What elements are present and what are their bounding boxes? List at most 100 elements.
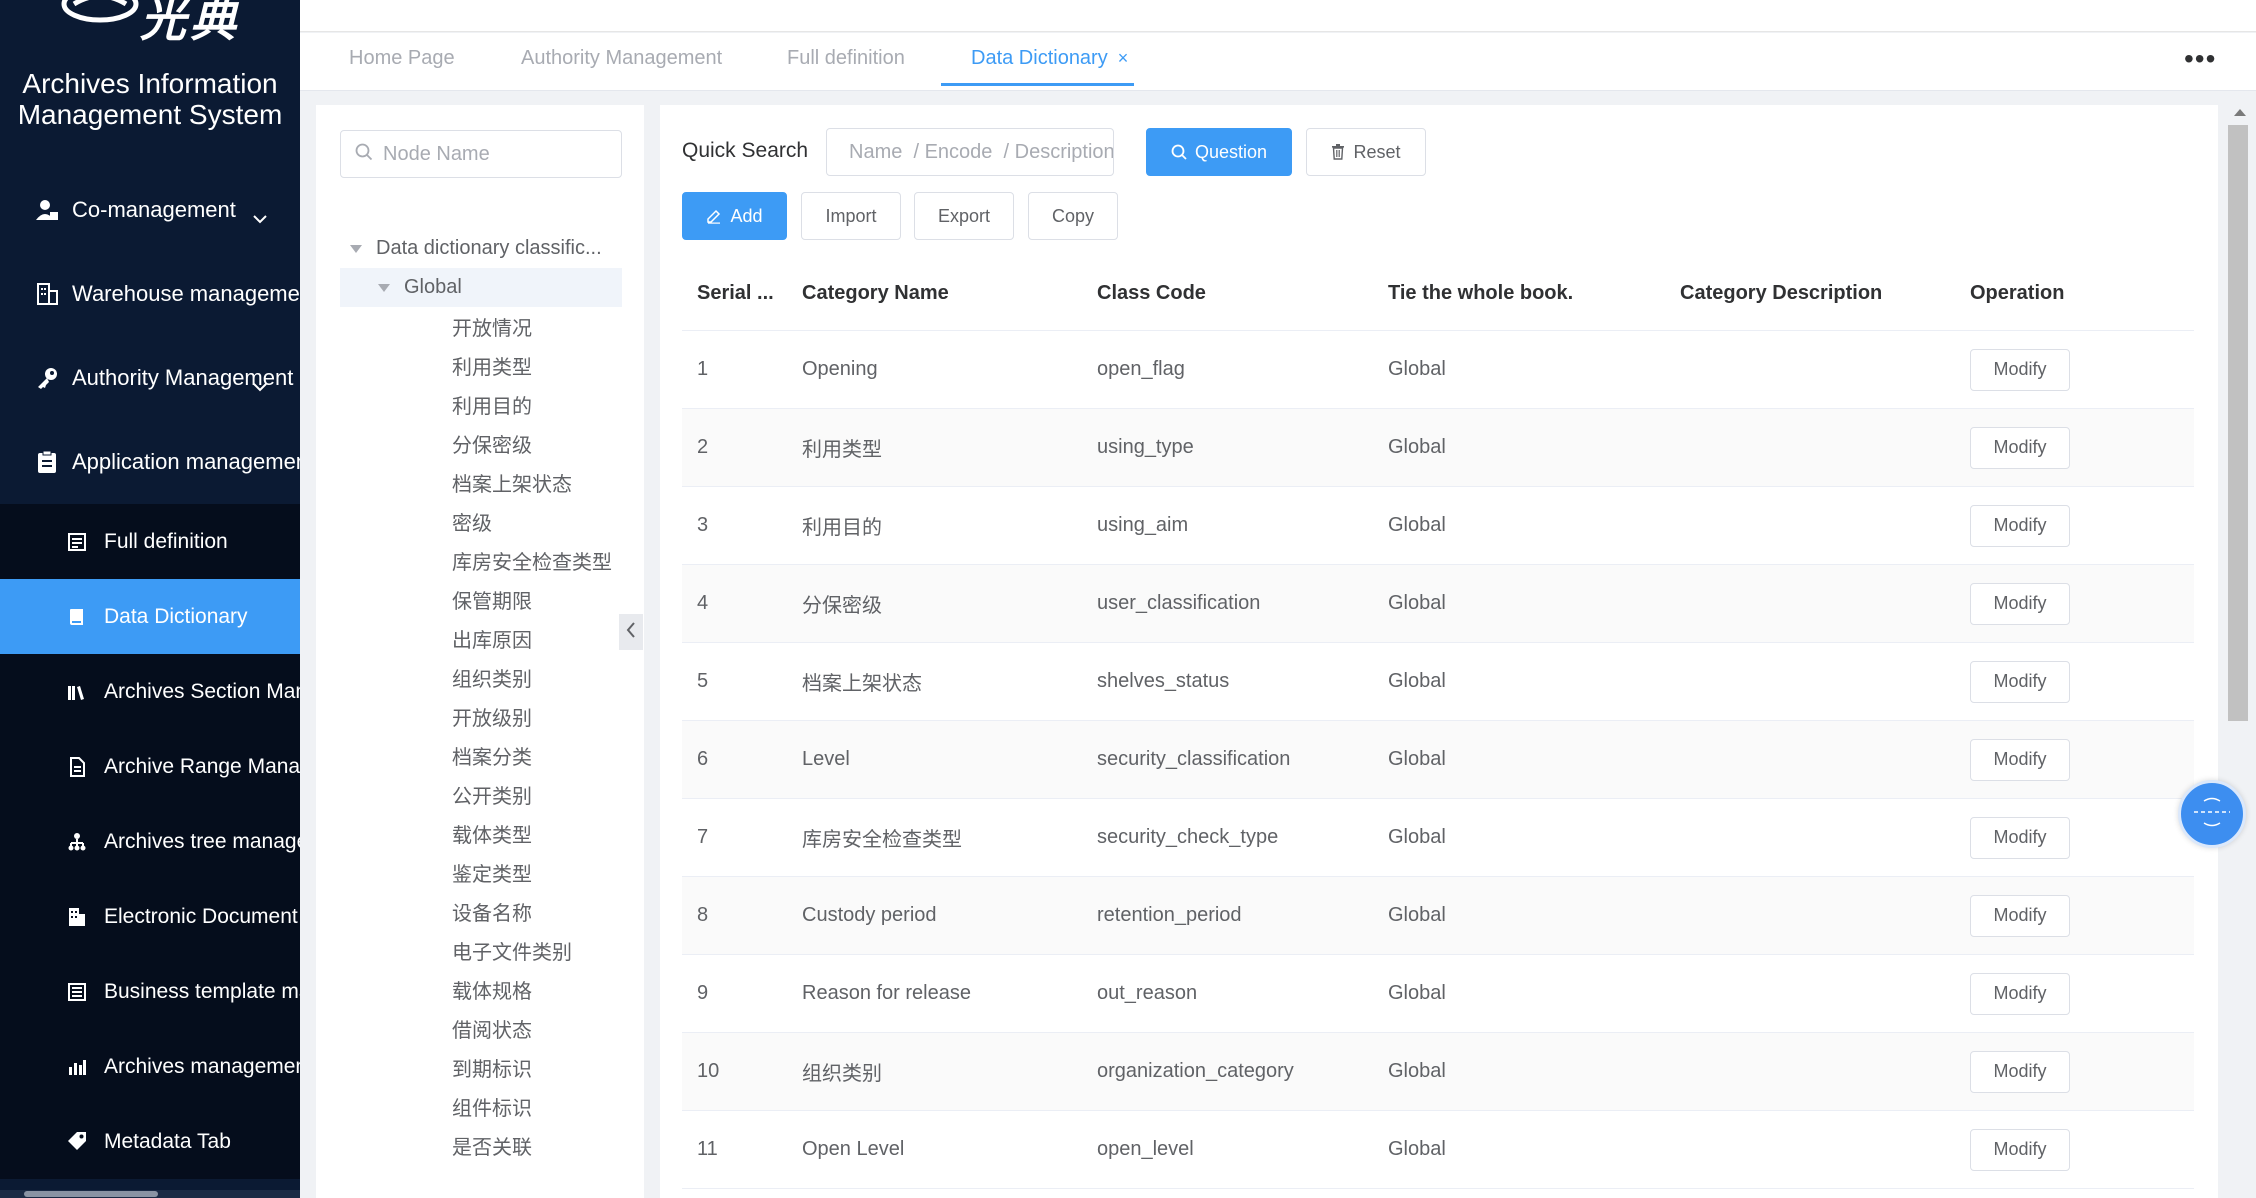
- cell-serial: 5: [697, 670, 709, 692]
- floating-assistant-button[interactable]: [2178, 780, 2246, 848]
- tree-node-leaf[interactable]: 档案分类: [340, 736, 622, 775]
- modify-button[interactable]: Modify: [1970, 582, 2070, 625]
- tree-node-root[interactable]: Data dictionary classific...: [340, 229, 622, 268]
- tab-data-dictionary[interactable]: Data Dictionary ×: [971, 47, 1128, 70]
- reset-button[interactable]: Reset: [1306, 128, 1426, 176]
- table-row[interactable]: 6 Level security_classification Global Modif…: [682, 721, 2194, 799]
- list-icon: [66, 531, 88, 553]
- column-header-tie-book[interactable]: Tie the whole book.: [1388, 282, 1680, 305]
- tree-node-leaf[interactable]: 公开类别: [340, 775, 622, 814]
- sidebar-item-metadata-tab[interactable]: Metadata Tab: [0, 1104, 300, 1179]
- quick-search-input[interactable]: [826, 128, 1114, 176]
- tree-node-leaf[interactable]: 保管期限: [340, 580, 622, 619]
- scroll-up-arrow-icon[interactable]: [2234, 109, 2246, 116]
- cell-tie-book: Global: [1388, 592, 1446, 614]
- table-body: 1 Opening open_flag Global Modify 2 利用类型 using_…: [682, 331, 2194, 1189]
- table-row[interactable]: 8 Custody period retention_period Global Mod…: [682, 877, 2194, 955]
- tree-search-input[interactable]: [383, 142, 613, 166]
- sidebar-item-co-management[interactable]: Co-management: [0, 168, 300, 252]
- sidebar-item-label: Co-management: [72, 197, 236, 222]
- close-icon[interactable]: ×: [1118, 48, 1129, 68]
- tree-node-leaf[interactable]: 密级: [340, 502, 622, 541]
- column-header-serial[interactable]: Serial ...: [682, 282, 802, 305]
- modify-button[interactable]: Modify: [1970, 894, 2070, 937]
- modify-button[interactable]: Modify: [1970, 738, 2070, 781]
- tree-node-global[interactable]: Global: [340, 268, 622, 307]
- scrollbar-thumb[interactable]: [2228, 125, 2248, 721]
- modify-button[interactable]: Modify: [1970, 1050, 2070, 1093]
- tree-node-label: 利用目的: [452, 396, 532, 418]
- tree-node-leaf[interactable]: 载体类型: [340, 814, 622, 853]
- modify-button[interactable]: Modify: [1970, 348, 2070, 391]
- collapse-tree-button[interactable]: [619, 614, 643, 650]
- tree-node-leaf[interactable]: 分保密级: [340, 424, 622, 463]
- sidebar-item-archives-management[interactable]: Archives management: [0, 1029, 300, 1104]
- import-button[interactable]: Import: [801, 192, 901, 240]
- sidebar-item-archive-range[interactable]: Archive Range Management: [0, 729, 300, 804]
- table-row[interactable]: 11 Open Level open_level Global Modify: [682, 1111, 2194, 1189]
- search-icon: [355, 143, 373, 166]
- table-row[interactable]: 4 分保密级 user_classification Global Modify: [682, 565, 2194, 643]
- tree-node-leaf[interactable]: 载体规格: [340, 970, 622, 1009]
- more-options-icon[interactable]: •••: [2184, 43, 2216, 75]
- tree-node-leaf[interactable]: 利用目的: [340, 385, 622, 424]
- sidebar-item-authority-management[interactable]: Authority Management: [0, 336, 300, 420]
- tree-node-leaf[interactable]: 设备名称: [340, 892, 622, 931]
- export-button[interactable]: Export: [914, 192, 1014, 240]
- cell-category-name: Level: [802, 748, 850, 770]
- modify-button[interactable]: Modify: [1970, 972, 2070, 1015]
- column-header-class-code[interactable]: Class Code: [1097, 282, 1388, 305]
- caret-down-icon[interactable]: [350, 244, 362, 253]
- question-button[interactable]: Question: [1146, 128, 1292, 176]
- table-row[interactable]: 10 组织类别 organization_category Global Modify: [682, 1033, 2194, 1111]
- table-row[interactable]: 7 库房安全检查类型 security_check_type Global Modify: [682, 799, 2194, 877]
- tree-node-leaf[interactable]: 鉴定类型: [340, 853, 622, 892]
- table-row[interactable]: 2 利用类型 using_type Global Modify: [682, 409, 2194, 487]
- table-row[interactable]: 9 Reason for release out_reason Global Modif…: [682, 955, 2194, 1033]
- modify-button[interactable]: Modify: [1970, 426, 2070, 469]
- tree-node-leaf[interactable]: 库房安全检查类型: [340, 541, 622, 580]
- table-row[interactable]: 3 利用目的 using_aim Global Modify: [682, 487, 2194, 565]
- tab-full-definition[interactable]: Full definition: [787, 47, 905, 70]
- sidebar-item-archives-tree[interactable]: Archives tree management: [0, 804, 300, 879]
- sidebar-item-data-dictionary[interactable]: Data Dictionary: [0, 579, 300, 654]
- sidebar-item-business-template[interactable]: Business template management: [0, 954, 300, 1029]
- tree-node-leaf[interactable]: 利用类型: [340, 346, 622, 385]
- table-row[interactable]: 1 Opening open_flag Global Modify: [682, 331, 2194, 409]
- sidebar-horizontal-scrollbar[interactable]: [0, 1190, 300, 1198]
- modify-button[interactable]: Modify: [1970, 660, 2070, 703]
- tree-node-leaf[interactable]: 到期标识: [340, 1048, 622, 1087]
- sidebar-item-label: Application management: [72, 449, 300, 474]
- tree-node-leaf[interactable]: 组织类别: [340, 658, 622, 697]
- tree-node-leaf[interactable]: 开放情况: [340, 307, 622, 346]
- tree-panel: Data dictionary classific... Global 开放情况…: [316, 105, 644, 1198]
- modify-button[interactable]: Modify: [1970, 504, 2070, 547]
- system-title-line1: Archives Information: [22, 68, 278, 99]
- tree-node-leaf[interactable]: 借阅状态: [340, 1009, 622, 1048]
- caret-down-icon[interactable]: [378, 283, 390, 292]
- tree-node-leaf[interactable]: 是否关联: [340, 1126, 622, 1165]
- sidebar-item-warehouse-management[interactable]: Warehouse management: [0, 252, 300, 336]
- modify-button[interactable]: Modify: [1970, 1128, 2070, 1171]
- tab-authority-management[interactable]: Authority Management: [521, 47, 722, 70]
- scrollbar-thumb[interactable]: [24, 1191, 158, 1197]
- sidebar-item-application-management[interactable]: Application management: [0, 420, 300, 504]
- sidebar-item-full-definition[interactable]: Full definition: [0, 504, 300, 579]
- tree-node-leaf[interactable]: 组件标识: [340, 1087, 622, 1126]
- copy-button[interactable]: Copy: [1028, 192, 1118, 240]
- main-vertical-scrollbar[interactable]: [2226, 105, 2256, 1198]
- sidebar-item-archives-section[interactable]: Archives Section Management: [0, 654, 300, 729]
- add-button[interactable]: Add: [682, 192, 787, 240]
- tree-node-leaf[interactable]: 档案上架状态: [340, 463, 622, 502]
- modify-button[interactable]: Modify: [1970, 816, 2070, 859]
- table-row[interactable]: 5 档案上架状态 shelves_status Global Modify: [682, 643, 2194, 721]
- tab-home-page[interactable]: Home Page: [349, 47, 455, 70]
- column-header-category-name[interactable]: Category Name: [802, 282, 1097, 305]
- tree-node-leaf[interactable]: 开放级别: [340, 697, 622, 736]
- tree-node-label: 借阅状态: [452, 1020, 532, 1042]
- sidebar-item-electronic-document[interactable]: Electronic Document Management: [0, 879, 300, 954]
- tree-node-leaf[interactable]: 电子文件类别: [340, 931, 622, 970]
- column-header-category-description[interactable]: Category Description: [1680, 282, 1970, 305]
- cell-serial: 8: [697, 904, 709, 926]
- tree-node-leaf[interactable]: 出库原因: [340, 619, 622, 658]
